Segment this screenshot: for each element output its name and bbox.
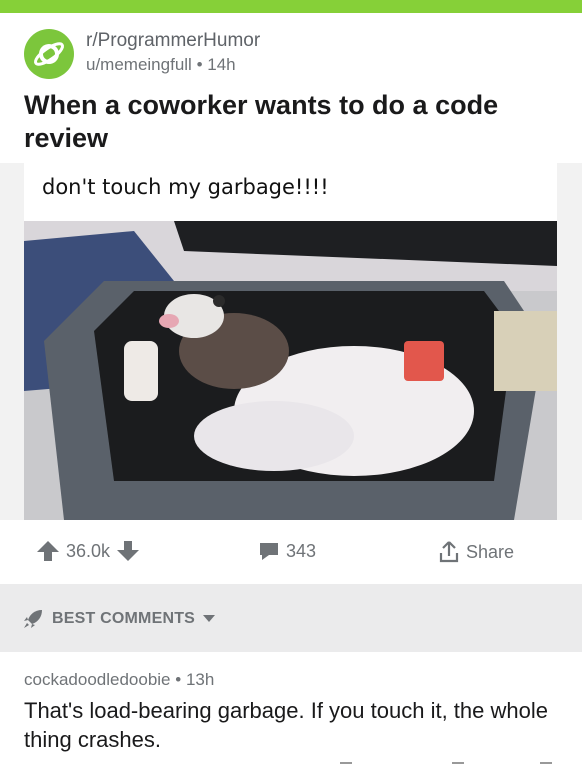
comment-author[interactable]: cockadoodledoobie [24, 670, 171, 689]
post-actions: 36.0k 343 Share [0, 520, 582, 584]
subreddit-name[interactable]: r/ProgrammerHumor [86, 30, 260, 52]
post-author[interactable]: u/memeingfull [86, 55, 192, 74]
post-meta: u/memeingfull • 14h [86, 55, 236, 75]
post-media: don't touch my garbage!!!! [0, 163, 582, 520]
subreddit-planet-icon [34, 42, 64, 66]
downvote-arrow-icon[interactable] [116, 540, 140, 562]
meme-caption: don't touch my garbage!!!! [42, 175, 329, 199]
comment-bubble-icon [260, 543, 278, 560]
rocket-icon [24, 610, 42, 628]
opossum-in-trash-bin-photo [24, 221, 557, 520]
upvote-arrow-icon[interactable] [36, 540, 60, 562]
comment-action-peek [340, 762, 352, 764]
sort-label: BEST COMMENTS [52, 610, 196, 627]
meta-separator: • [196, 55, 208, 74]
comment-body: That's load-bearing garbage. If you touc… [24, 698, 548, 752]
comment-sort-bar: BEST COMMENTS [0, 584, 582, 652]
meme-image[interactable]: don't touch my garbage!!!! [24, 163, 557, 520]
comment-time: 13h [185, 670, 215, 689]
share-icon [439, 541, 459, 563]
post-title[interactable]: When a coworker wants to do a code revie… [24, 89, 564, 155]
share-button[interactable]: Share [438, 540, 514, 564]
comment-meta: cockadoodledoobie • 13h [24, 670, 214, 690]
top-accent-bar [0, 0, 582, 13]
post-header: r/ProgrammerHumor u/memeingfull • 14h Wh… [0, 13, 582, 163]
comment-count: 343 [286, 540, 317, 561]
comments-button[interactable]: 343 [258, 540, 316, 562]
sort-dropdown[interactable]: BEST COMMENTS [22, 608, 216, 630]
comment-action-peek [452, 762, 464, 764]
meta-separator: • [175, 670, 186, 689]
share-label: Share [466, 541, 515, 562]
subreddit-avatar[interactable] [24, 29, 74, 79]
upvote-count: 36.0k [66, 540, 111, 561]
post-time: 14h [207, 55, 236, 74]
comment-action-peek [540, 762, 552, 764]
dropdown-caret-icon [203, 615, 216, 622]
comment: cockadoodledoobie • 13h That's load-bear… [0, 652, 582, 768]
vote-controls: 36.0k [36, 540, 140, 562]
